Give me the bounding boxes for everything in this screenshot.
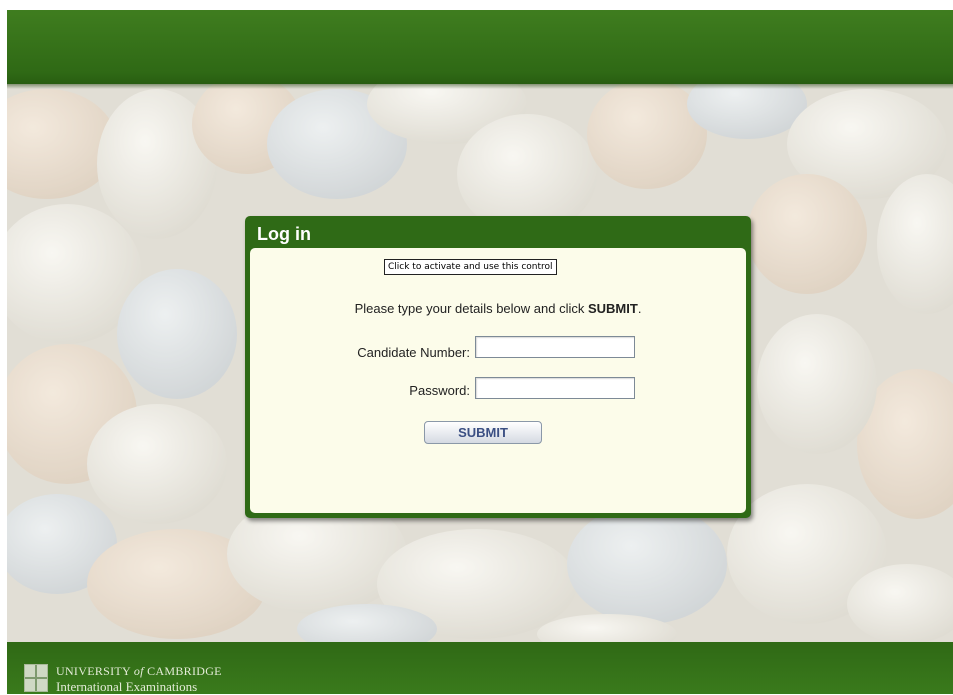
header-bar — [7, 10, 953, 84]
submit-button[interactable]: SUBMIT — [424, 421, 542, 444]
instruction-text: Please type your details below and click — [354, 301, 588, 316]
candidate-number-label: Candidate Number: — [357, 345, 470, 360]
activate-control-prompt[interactable]: Click to activate and use this control — [384, 259, 557, 275]
candidate-number-input[interactable] — [475, 336, 635, 358]
login-panel: Log in Click to activate and use this co… — [245, 216, 751, 518]
login-title: Log in — [257, 224, 311, 244]
logo-examinations-text: International Examinations — [56, 679, 198, 694]
logo-word-cambridge: CAMBRIDGE — [143, 664, 222, 678]
header-shadow — [7, 84, 953, 89]
instruction-period: . — [637, 301, 642, 316]
instruction-submit-word: SUBMIT — [587, 301, 638, 316]
logo-word-of: of — [133, 664, 144, 678]
logo-university-text: UNIVERSITY of CAMBRIDGE — [56, 664, 222, 679]
password-label: Password: — [409, 383, 470, 398]
logo-word-university: UNIVERSITY — [56, 664, 134, 678]
cambridge-crest-icon — [24, 664, 48, 692]
cambridge-logo: UNIVERSITY of CAMBRIDGE International Ex… — [24, 661, 264, 694]
login-instruction: Please type your details below and click… — [250, 301, 746, 316]
login-form: Click to activate and use this control P… — [250, 248, 746, 513]
password-input[interactable] — [475, 377, 635, 399]
